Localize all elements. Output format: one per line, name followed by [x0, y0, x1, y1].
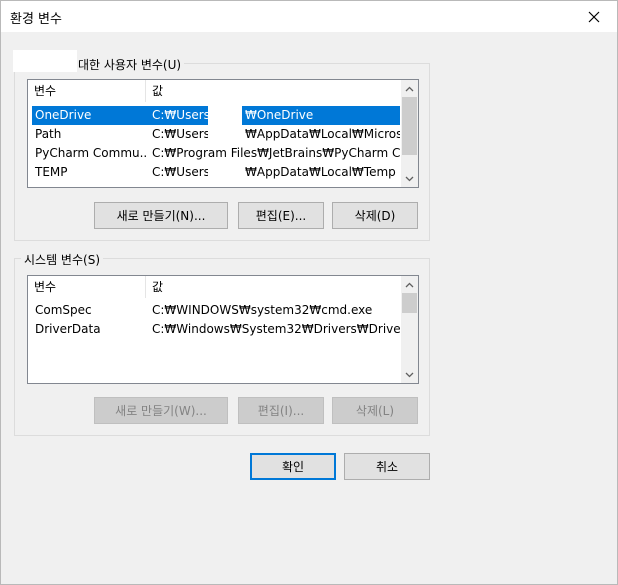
redacted-username: [13, 50, 77, 72]
row-variable-name: Path: [35, 127, 62, 141]
row-variable-name: DriverData: [35, 322, 101, 336]
row-variable-value-suffix: ₩OneDrive: [242, 106, 400, 125]
window-title: 환경 변수: [10, 12, 62, 27]
scroll-up-button[interactable]: [401, 80, 418, 97]
close-icon: [588, 11, 600, 22]
row-variable-value: C:₩Users₩: [152, 165, 208, 179]
system-delete-button[interactable]: 삭제(L): [332, 397, 418, 424]
scroll-thumb[interactable]: [402, 97, 417, 155]
row-variable-value: C:₩Windows₩System32₩Drivers₩DriverData: [152, 322, 400, 336]
chevron-down-icon: [405, 176, 414, 181]
title-bar: 환경 변수: [1, 1, 617, 32]
table-row[interactable]: OneDrive C:₩Users₩ ₩OneDrive: [32, 106, 400, 125]
row-variable-value: C:₩Program Files₩JetBrains₩PyCharm Co...: [152, 146, 400, 160]
scroll-down-button[interactable]: [401, 170, 418, 187]
row-variable-value-suffix: ₩AppData₩Local₩Micros...: [245, 127, 400, 141]
scroll-thumb[interactable]: [402, 293, 417, 313]
scroll-down-button[interactable]: [401, 366, 418, 383]
column-header-value[interactable]: 값: [146, 80, 406, 102]
scroll-up-button[interactable]: [401, 276, 418, 293]
user-new-button[interactable]: 새로 만들기(N)...: [94, 202, 228, 229]
system-edit-button[interactable]: 편집(I)...: [238, 397, 324, 424]
cancel-button[interactable]: 취소: [344, 453, 430, 480]
table-row[interactable]: PyCharm Commu... C:₩Program Files₩JetBra…: [32, 144, 400, 163]
ok-button[interactable]: 확인: [250, 453, 336, 480]
row-variable-name: ComSpec: [35, 303, 92, 317]
system-new-button[interactable]: 새로 만들기(W)...: [94, 397, 228, 424]
table-row[interactable]: TEMP C:₩Users₩ ₩AppData₩Local₩Temp: [32, 163, 400, 182]
close-button[interactable]: [571, 1, 617, 32]
chevron-down-icon: [405, 372, 414, 377]
system-variables-list[interactable]: 변수 값 ComSpec C:₩WINDOWS₩system32₩cmd.exe…: [27, 275, 419, 384]
chevron-up-icon: [405, 282, 414, 287]
environment-variables-dialog: 환경 변수 대한 사용자 변수(U) 변수 값 OneDrive C:₩User…: [0, 0, 618, 585]
user-variables-legend: 대한 사용자 변수(U): [75, 56, 185, 73]
user-variables-header: 변수 값: [28, 80, 401, 102]
table-row[interactable]: DriverData C:₩Windows₩System32₩Drivers₩D…: [32, 320, 400, 339]
row-variable-value: C:₩WINDOWS₩system32₩cmd.exe: [152, 303, 373, 317]
user-variables-list[interactable]: 변수 값 OneDrive C:₩Users₩ ₩OneDrive Path C…: [27, 79, 419, 188]
table-row[interactable]: Path C:₩Users₩ ₩AppData₩Local₩Micros...: [32, 125, 400, 144]
user-list-scrollbar[interactable]: [401, 80, 418, 187]
column-header-variable[interactable]: 변수: [28, 276, 146, 298]
row-variable-name: OneDrive: [32, 106, 146, 125]
column-header-value[interactable]: 값: [146, 276, 406, 298]
row-variable-name: TEMP: [35, 165, 68, 179]
system-list-scrollbar[interactable]: [401, 276, 418, 383]
column-header-variable[interactable]: 변수: [28, 80, 146, 102]
row-variable-value-suffix: ₩AppData₩Local₩Temp: [245, 165, 396, 179]
user-delete-button[interactable]: 삭제(D): [332, 202, 418, 229]
row-variable-value: C:₩Users₩: [152, 127, 208, 141]
user-edit-button[interactable]: 편집(E)...: [238, 202, 324, 229]
system-variables-header: 변수 값: [28, 276, 401, 298]
chevron-up-icon: [405, 86, 414, 91]
row-variable-value: C:₩Users₩: [146, 106, 208, 125]
row-variable-name: PyCharm Commu...: [35, 146, 146, 160]
system-variables-legend: 시스템 변수(S): [21, 251, 103, 268]
table-row[interactable]: ComSpec C:₩WINDOWS₩system32₩cmd.exe: [32, 301, 400, 320]
